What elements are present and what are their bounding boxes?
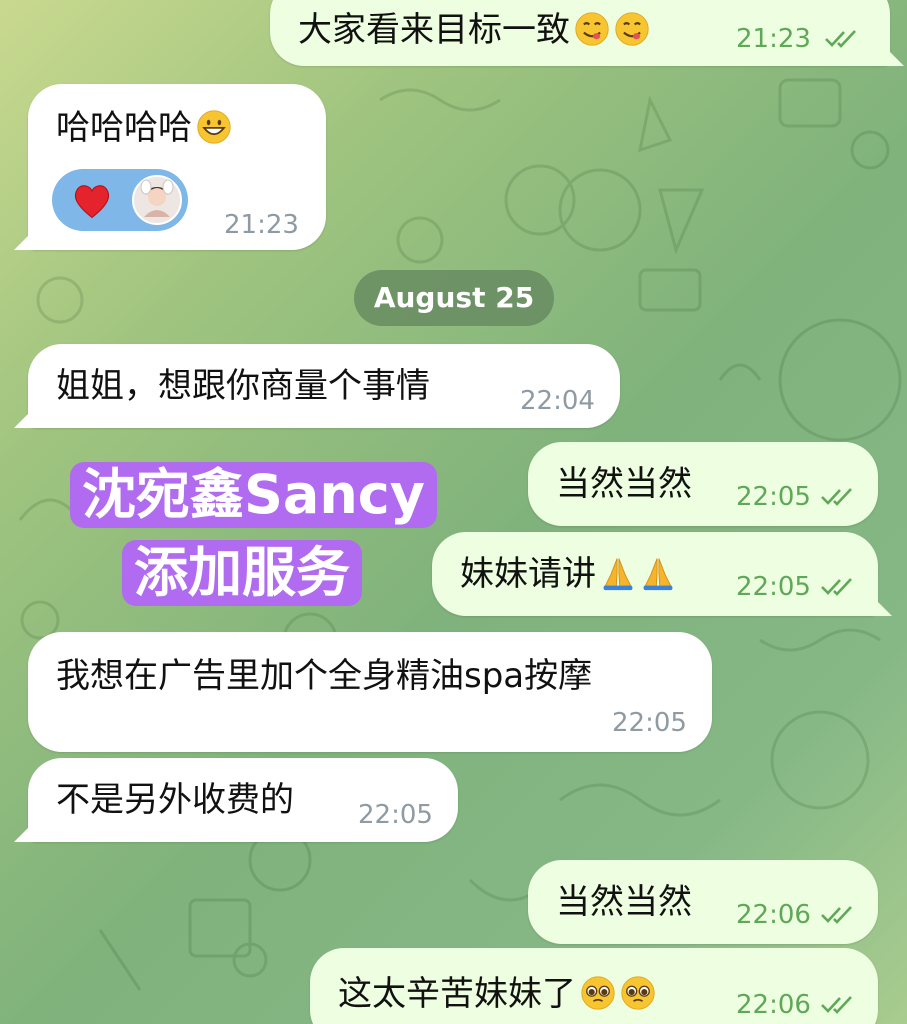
double-check-icon bbox=[821, 996, 852, 1014]
folded-hands-icon bbox=[603, 558, 633, 591]
overlay-label-line-2: 添加服务 bbox=[122, 540, 362, 606]
red-heart-icon bbox=[74, 185, 110, 219]
message-text: 当然当然 bbox=[556, 464, 692, 504]
message-timestamp: 22:06 bbox=[736, 990, 811, 1020]
grinning-emoji-icon bbox=[197, 110, 231, 144]
message-text: 妹妹请讲 bbox=[460, 554, 596, 594]
message-timestamp: 22:05 bbox=[358, 800, 433, 830]
message-text: 大家看来目标一致 bbox=[298, 10, 570, 50]
message-timestamp: 22:06 bbox=[736, 900, 811, 930]
message-text: 不是另外收费的 bbox=[56, 780, 294, 820]
message-bubble-incoming[interactable]: 我想在广告里加个全身精油spa按摩 22:05 bbox=[28, 632, 712, 752]
double-check-icon bbox=[825, 30, 856, 48]
message-text: 姐姐，想跟你商量个事情 bbox=[56, 366, 430, 406]
yum-emoji-icon bbox=[575, 12, 609, 46]
date-separator: August 25 bbox=[354, 270, 554, 326]
message-bubble-outgoing[interactable]: 当然当然 22:05 bbox=[528, 442, 878, 526]
pleading-face-icon bbox=[621, 976, 655, 1010]
message-timestamp: 22:05 bbox=[736, 572, 811, 602]
message-timestamp: 22:05 bbox=[736, 482, 811, 512]
double-check-icon bbox=[821, 906, 852, 924]
message-timestamp: 21:23 bbox=[224, 210, 299, 240]
overlay-label-line-1: 沈宛鑫Sancy bbox=[70, 462, 437, 528]
double-check-icon bbox=[821, 578, 852, 596]
message-bubble-outgoing[interactable]: 这太辛苦妹妹了 22:06 bbox=[310, 948, 878, 1024]
message-bubble-outgoing[interactable]: 当然当然 22:06 bbox=[528, 860, 878, 944]
message-bubble-outgoing[interactable]: 妹妹请讲 22:05 bbox=[432, 532, 878, 616]
double-check-icon bbox=[821, 488, 852, 506]
reactor-avatar bbox=[132, 175, 182, 225]
reaction-chip[interactable] bbox=[52, 169, 188, 231]
pleading-face-icon bbox=[581, 976, 615, 1010]
message-bubble-incoming[interactable]: 不是另外收费的 22:05 bbox=[28, 758, 458, 842]
message-timestamp: 22:05 bbox=[612, 708, 687, 738]
message-bubble-incoming[interactable]: 姐姐，想跟你商量个事情 22:04 bbox=[28, 344, 620, 428]
message-text: 哈哈哈哈 bbox=[56, 108, 192, 148]
message-timestamp: 21:23 bbox=[736, 24, 811, 54]
message-text: 这太辛苦妹妹了 bbox=[338, 974, 576, 1014]
message-text: 当然当然 bbox=[556, 882, 692, 922]
message-text: 我想在广告里加个全身精油spa按摩 bbox=[56, 656, 593, 696]
message-bubble-outgoing[interactable]: 大家看来目标一致 21:23 bbox=[270, 0, 890, 66]
yum-emoji-icon bbox=[615, 12, 649, 46]
folded-hands-icon bbox=[643, 558, 673, 591]
message-timestamp: 22:04 bbox=[520, 386, 595, 416]
